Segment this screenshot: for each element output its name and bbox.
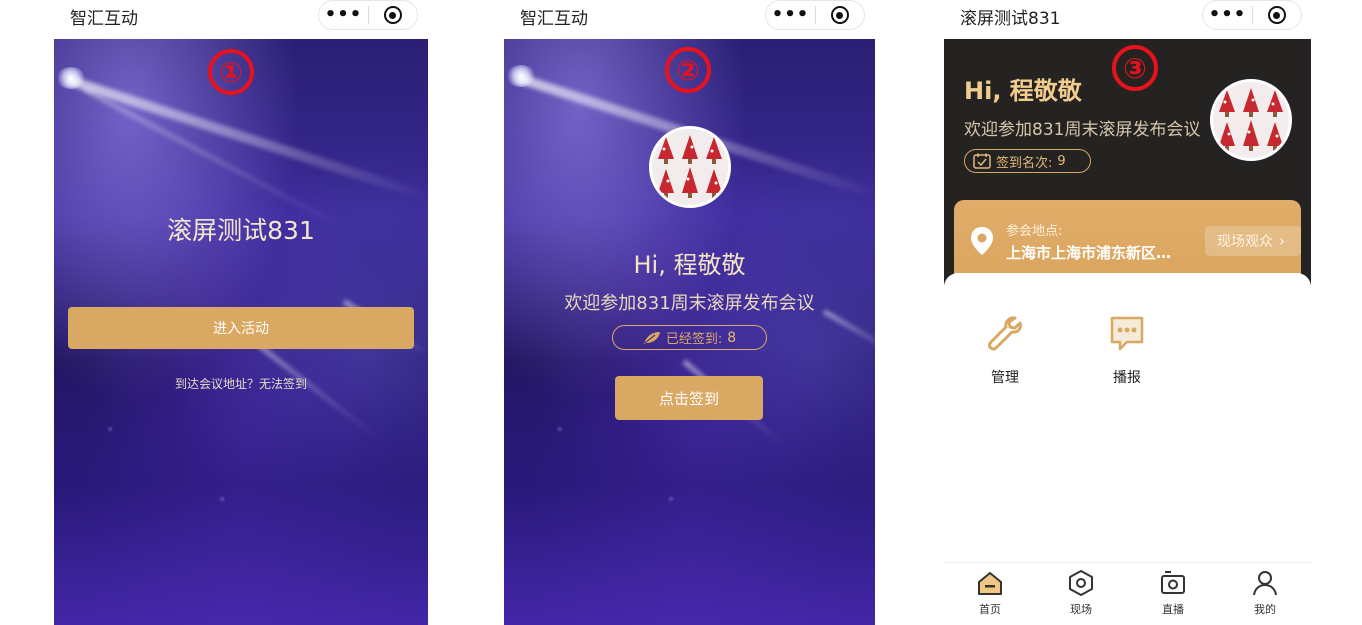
capsule-menu: •••: [765, 0, 865, 30]
stage-background-1: ① 滚屏测试831 进入活动 到达会议地址？无法签到: [54, 39, 428, 625]
tab-label: 现场: [1070, 603, 1092, 616]
tab-label: 首页: [979, 603, 1001, 616]
capsule-menu: •••: [318, 0, 418, 30]
wrench-icon: [988, 316, 1022, 351]
more-dots-icon[interactable]: •••: [319, 1, 368, 29]
step-marker: ②: [665, 47, 711, 93]
enter-activity-button[interactable]: 进入活动: [68, 307, 414, 349]
tab-profile[interactable]: 我的: [1235, 569, 1295, 617]
app-title: 智汇互动: [520, 8, 588, 29]
welcome-text: 欢迎参加831周末滚屏发布会议: [564, 293, 815, 314]
rank-label: 签到名次:: [996, 155, 1053, 171]
greeting: Hi, 程敬敬: [964, 77, 1082, 105]
grid-item-manage[interactable]: 管理: [975, 313, 1035, 387]
signed-label: 已经签到:: [665, 332, 723, 347]
chat-bubble-icon: [1110, 316, 1144, 351]
location-help-link[interactable]: 到达会议地址？无法签到: [54, 375, 428, 392]
chevron-right-icon: ›: [1279, 232, 1285, 250]
topbar-3: 滚屏测试831: [960, 0, 1060, 32]
calendar-check-icon: [973, 153, 991, 169]
screenshot-canvas: 智汇互动 ••• ① 滚屏测试831 进入活动 到达会议地址？无法签到 智汇互动…: [0, 0, 1362, 625]
event-title: 滚屏测试831: [167, 216, 315, 245]
stage-background-2: ② Hi, 程敬敬 欢迎参加831周末滚屏发布会议 已经签到: 8 点击签到: [504, 39, 875, 625]
signed-badge: 已经签到: 8: [612, 325, 767, 350]
rank-badge: 签到名次: 9: [964, 149, 1091, 173]
grid-label: 管理: [991, 370, 1019, 386]
tab-home[interactable]: 首页: [960, 569, 1020, 617]
home-icon: [978, 572, 1002, 595]
topbar-1: 智汇互动: [70, 0, 138, 32]
app-title: 滚屏测试831: [960, 8, 1061, 29]
grid-label: 播报: [1113, 370, 1141, 386]
capsule-menu: •••: [1202, 0, 1302, 30]
welcome-text: 欢迎参加831周末滚屏发布会议: [964, 120, 1201, 140]
location-pin-icon: [971, 227, 993, 255]
step-marker: ③: [1112, 45, 1158, 91]
step-marker: ①: [208, 49, 254, 95]
target-close-icon[interactable]: [1253, 6, 1301, 24]
more-dots-icon[interactable]: •••: [1203, 1, 1252, 29]
hexagon-icon: [1069, 570, 1093, 596]
signed-count: 8: [727, 329, 737, 346]
audience-button[interactable]: 现场观众 ›: [1205, 226, 1301, 256]
audience-button-label: 现场观众: [1217, 234, 1273, 250]
app-title: 智汇互动: [70, 8, 138, 29]
tab-label: 直播: [1162, 603, 1184, 616]
avatar[interactable]: [1210, 79, 1292, 161]
tab-label: 我的: [1254, 603, 1276, 616]
leaf-icon: [643, 331, 660, 344]
bottom-tab-bar: 首页 现场 直播 我的: [944, 562, 1311, 625]
venue-label: 参会地点:: [1006, 224, 1063, 239]
rank-value: 9: [1057, 153, 1066, 169]
tab-live-site[interactable]: 现场: [1051, 569, 1111, 617]
venue-address: 上海市上海市浦东新区…: [1006, 244, 1172, 262]
light-beam: [66, 75, 428, 203]
tab-livestream[interactable]: 直播: [1143, 569, 1203, 617]
home-screen: Hi, 程敬敬 欢迎参加831周末滚屏发布会议 签到名次: 9 参会地点: 上海…: [944, 39, 1311, 625]
target-close-icon[interactable]: [369, 6, 417, 24]
more-dots-icon[interactable]: •••: [766, 1, 815, 29]
target-close-icon[interactable]: [816, 6, 864, 24]
topbar-2: 智汇互动: [520, 0, 588, 32]
avatar[interactable]: [649, 126, 731, 208]
greeting: Hi, 程敬敬: [633, 251, 746, 279]
camera-icon: [1161, 571, 1185, 594]
grid-item-broadcast[interactable]: 播报: [1097, 313, 1157, 387]
sign-in-button[interactable]: 点击签到: [615, 376, 763, 420]
user-icon: [1253, 571, 1277, 596]
